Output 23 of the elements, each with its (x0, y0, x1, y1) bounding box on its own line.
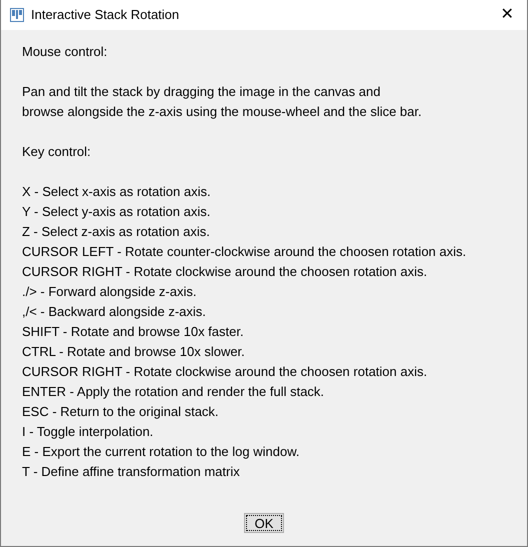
text-line: X - Select x-axis as rotation axis. (22, 183, 212, 201)
ok-button[interactable]: OK (244, 513, 284, 533)
text-line: E - Export the current rotation to the log window. (22, 443, 300, 461)
text-line: I - Toggle interpolation. (22, 423, 154, 441)
text-line: CURSOR RIGHT - Rotate clockwise around the choosen rotation axis. (22, 363, 428, 381)
text-line: ESC - Return to the original stack. (22, 403, 220, 421)
text-line: Y - Select y-axis as rotation axis. (22, 203, 212, 221)
text-line: CURSOR LEFT - Rotate counter-clockwise around the choosen rotation axis. (22, 243, 468, 261)
text-line: browse alongside the z-axis using the mouse-wheel and the slice bar. (22, 103, 423, 121)
text-line: Z - Select z-axis as rotation axis. (22, 223, 211, 241)
text-line: SHIFT - Rotate and browse 10x faster. (22, 323, 245, 341)
section-heading: Key control: (22, 143, 92, 161)
text-line: CURSOR RIGHT - Rotate clockwise around the choosen rotation axis. (22, 263, 428, 281)
text-line: CTRL - Rotate and browse 10x slower. (22, 343, 246, 361)
text-line: T - Define affine transformation matrix (22, 463, 241, 481)
close-button[interactable]: ✕ (487, 0, 527, 30)
section-heading: Mouse control: (22, 43, 108, 61)
text-line: ./> - Forward alongside z-axis. (22, 283, 198, 301)
window-title: Interactive Stack Rotation (31, 6, 180, 24)
text-line: ENTER - Apply the rotation and render the full stack. (22, 383, 326, 401)
text-line: ,/< - Backward alongside z-axis. (22, 303, 207, 321)
text-line: Pan and tilt the stack by dragging the image in the canvas and (22, 83, 382, 101)
app-icon (10, 8, 24, 22)
